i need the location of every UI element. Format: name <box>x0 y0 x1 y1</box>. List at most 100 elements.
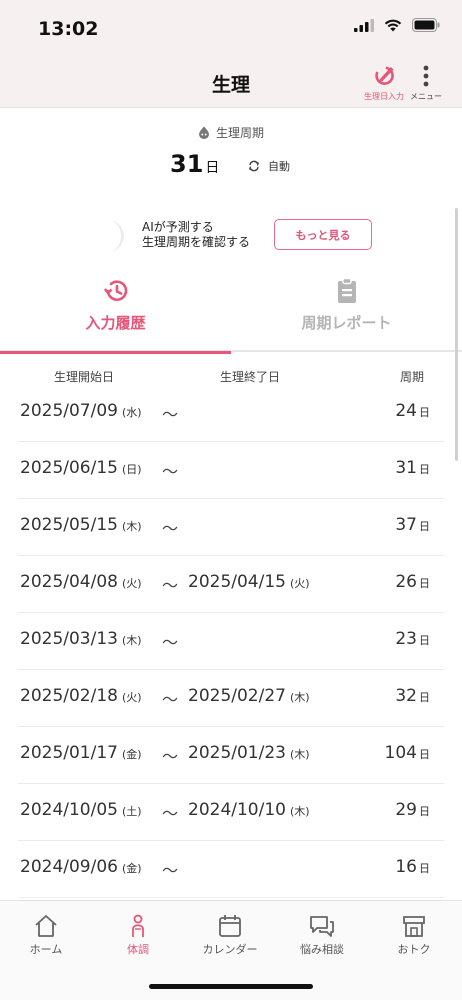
history-row[interactable]: 2025/07/09 (水) 〜 24 日 <box>18 385 444 442</box>
cycle-length: 24 日 <box>395 401 430 421</box>
nav-deals-label: おトク <box>397 943 431 956</box>
signal-icon <box>354 18 374 32</box>
range-separator: 〜 <box>162 519 179 538</box>
start-day-of-week: (木) <box>121 520 142 533</box>
nav-consultation-label: 悩み相談 <box>300 943 344 956</box>
menu-button[interactable]: メニュー <box>410 64 442 102</box>
cycle-label-row: 生理周期 <box>0 124 462 141</box>
tab-input-history[interactable]: 入力履歴 <box>0 270 231 354</box>
history-row[interactable]: 2025/06/15 (日) 〜 31 日 <box>18 442 444 499</box>
tab-cycle-report-label: 周期レポート <box>301 314 392 332</box>
history-row[interactable]: 2025/05/15 (木) 〜 37 日 <box>18 499 444 556</box>
nav-body[interactable]: 体調 <box>92 913 184 957</box>
status-bar: 13:02 <box>0 0 462 58</box>
clipboard-icon <box>337 278 356 303</box>
history-list: 2025/07/09 (水) 〜 24 日 2025/06/15 (日) 〜 31 日 2025/0… <box>18 385 444 898</box>
cycle-length-value: 26 <box>395 572 417 592</box>
end-date: 2025/04/15 (火) <box>188 572 310 592</box>
wifi-icon <box>384 19 402 31</box>
cycle-value: 31 日 <box>170 150 219 178</box>
start-date-value: 2025/07/09 <box>20 401 118 421</box>
range-separator: 〜 <box>162 747 179 766</box>
start-date-value: 2025/03/13 <box>20 629 118 649</box>
chat-icon <box>310 916 334 937</box>
start-date: 2025/05/15 (木) <box>20 515 142 535</box>
see-more-button[interactable]: もっと見る <box>274 219 372 250</box>
tab-bar: 入力履歴 周期レポート <box>0 270 462 354</box>
start-date: 2025/06/15 (日) <box>20 458 142 478</box>
end-date: 2025/02/27 (木) <box>188 686 310 706</box>
history-row[interactable]: 2024/10/05 (土) 〜 2024/10/10 (木) 29 日 <box>18 784 444 841</box>
nav-consultation[interactable]: 悩み相談 <box>276 913 368 957</box>
cycle-unit: 日 <box>205 160 220 176</box>
auto-mode: 自動 <box>248 158 290 174</box>
cycle-length-unit: 日 <box>419 862 430 875</box>
cycle-length-value: 23 <box>395 629 417 649</box>
nav-deals[interactable]: おトク <box>368 913 460 957</box>
nav-calendar[interactable]: カレンダー <box>184 913 276 957</box>
start-day-of-week: (金) <box>121 862 142 875</box>
status-icons <box>354 18 440 32</box>
calendar-icon <box>219 915 241 937</box>
range-separator: 〜 <box>162 405 179 424</box>
cycle-length-value: 32 <box>395 686 417 706</box>
history-row[interactable]: 2025/01/17 (金) 〜 2025/01/23 (木) 104 日 <box>18 727 444 784</box>
start-date-value: 2024/09/06 <box>20 857 118 877</box>
moon-icon <box>108 220 124 252</box>
status-time: 13:02 <box>38 18 99 40</box>
start-date-value: 2025/02/18 <box>20 686 118 706</box>
range-separator: 〜 <box>162 861 179 880</box>
range-separator: 〜 <box>162 633 179 652</box>
cycle-length-value: 104 <box>384 743 417 763</box>
period-input-button[interactable]: 生理日入力 <box>364 64 404 102</box>
more-vertical-icon <box>423 65 429 87</box>
cycle-length-unit: 日 <box>419 748 430 761</box>
cycle-length: 32 日 <box>395 686 430 706</box>
start-date-value: 2025/06/15 <box>20 458 118 478</box>
cycle-length: 37 日 <box>395 515 430 535</box>
history-row[interactable]: 2025/02/18 (火) 〜 2025/02/27 (木) 32 日 <box>18 670 444 727</box>
ai-prediction-text: AIが予測する 生理周期を確認する <box>142 220 250 250</box>
column-header-end: 生理終了日 <box>220 370 281 384</box>
range-separator: 〜 <box>162 804 179 823</box>
ai-prediction-line1: AIが予測する <box>142 220 214 234</box>
tab-cycle-report[interactable]: 周期レポート <box>231 270 462 352</box>
cycle-length-value: 31 <box>395 458 417 478</box>
cycle-label: 生理周期 <box>215 126 264 140</box>
cycle-length-unit: 日 <box>419 805 430 818</box>
period-input-label: 生理日入力 <box>364 92 404 101</box>
cycle-length: 29 日 <box>395 800 430 820</box>
start-date: 2025/01/17 (金) <box>20 743 142 763</box>
start-day-of-week: (火) <box>121 691 142 704</box>
start-date: 2025/02/18 (火) <box>20 686 142 706</box>
nav-calendar-label: カレンダー <box>202 943 258 956</box>
ai-prediction: AIが予測する 生理周期を確認する もっと見る <box>0 212 462 262</box>
home-indicator <box>149 984 313 989</box>
shop-icon <box>403 916 425 937</box>
start-day-of-week: (火) <box>121 577 142 590</box>
end-date-value: 2025/02/27 <box>188 686 286 706</box>
end-day-of-week: (木) <box>289 691 310 704</box>
start-day-of-week: (木) <box>121 634 142 647</box>
history-row[interactable]: 2025/04/08 (火) 〜 2025/04/15 (火) 26 日 <box>18 556 444 613</box>
history-row[interactable]: 2024/09/06 (金) 〜 16 日 <box>18 841 444 898</box>
cycle-length: 26 日 <box>395 572 430 592</box>
drop-icon <box>198 126 209 139</box>
cycle-length: 16 日 <box>395 857 430 877</box>
history-icon <box>103 280 127 301</box>
cycle-length-value: 16 <box>395 857 417 877</box>
body-icon <box>132 914 144 937</box>
app-header: 生理 生理日入力 メニュー <box>0 58 462 108</box>
cycle-length: 31 日 <box>395 458 430 478</box>
scrollbar[interactable] <box>455 208 458 461</box>
start-date-value: 2025/01/17 <box>20 743 118 763</box>
start-date: 2025/07/09 (水) <box>20 401 142 421</box>
column-header-cycle: 周期 <box>400 370 425 384</box>
start-date: 2024/09/06 (金) <box>20 857 142 877</box>
history-row[interactable]: 2025/03/13 (木) 〜 23 日 <box>18 613 444 670</box>
tab-input-history-label: 入力履歴 <box>85 314 146 332</box>
cycle-length-unit: 日 <box>419 463 430 476</box>
cycle-length-value: 37 <box>395 515 417 535</box>
nav-home[interactable]: ホーム <box>0 913 92 957</box>
start-day-of-week: (金) <box>121 748 142 761</box>
